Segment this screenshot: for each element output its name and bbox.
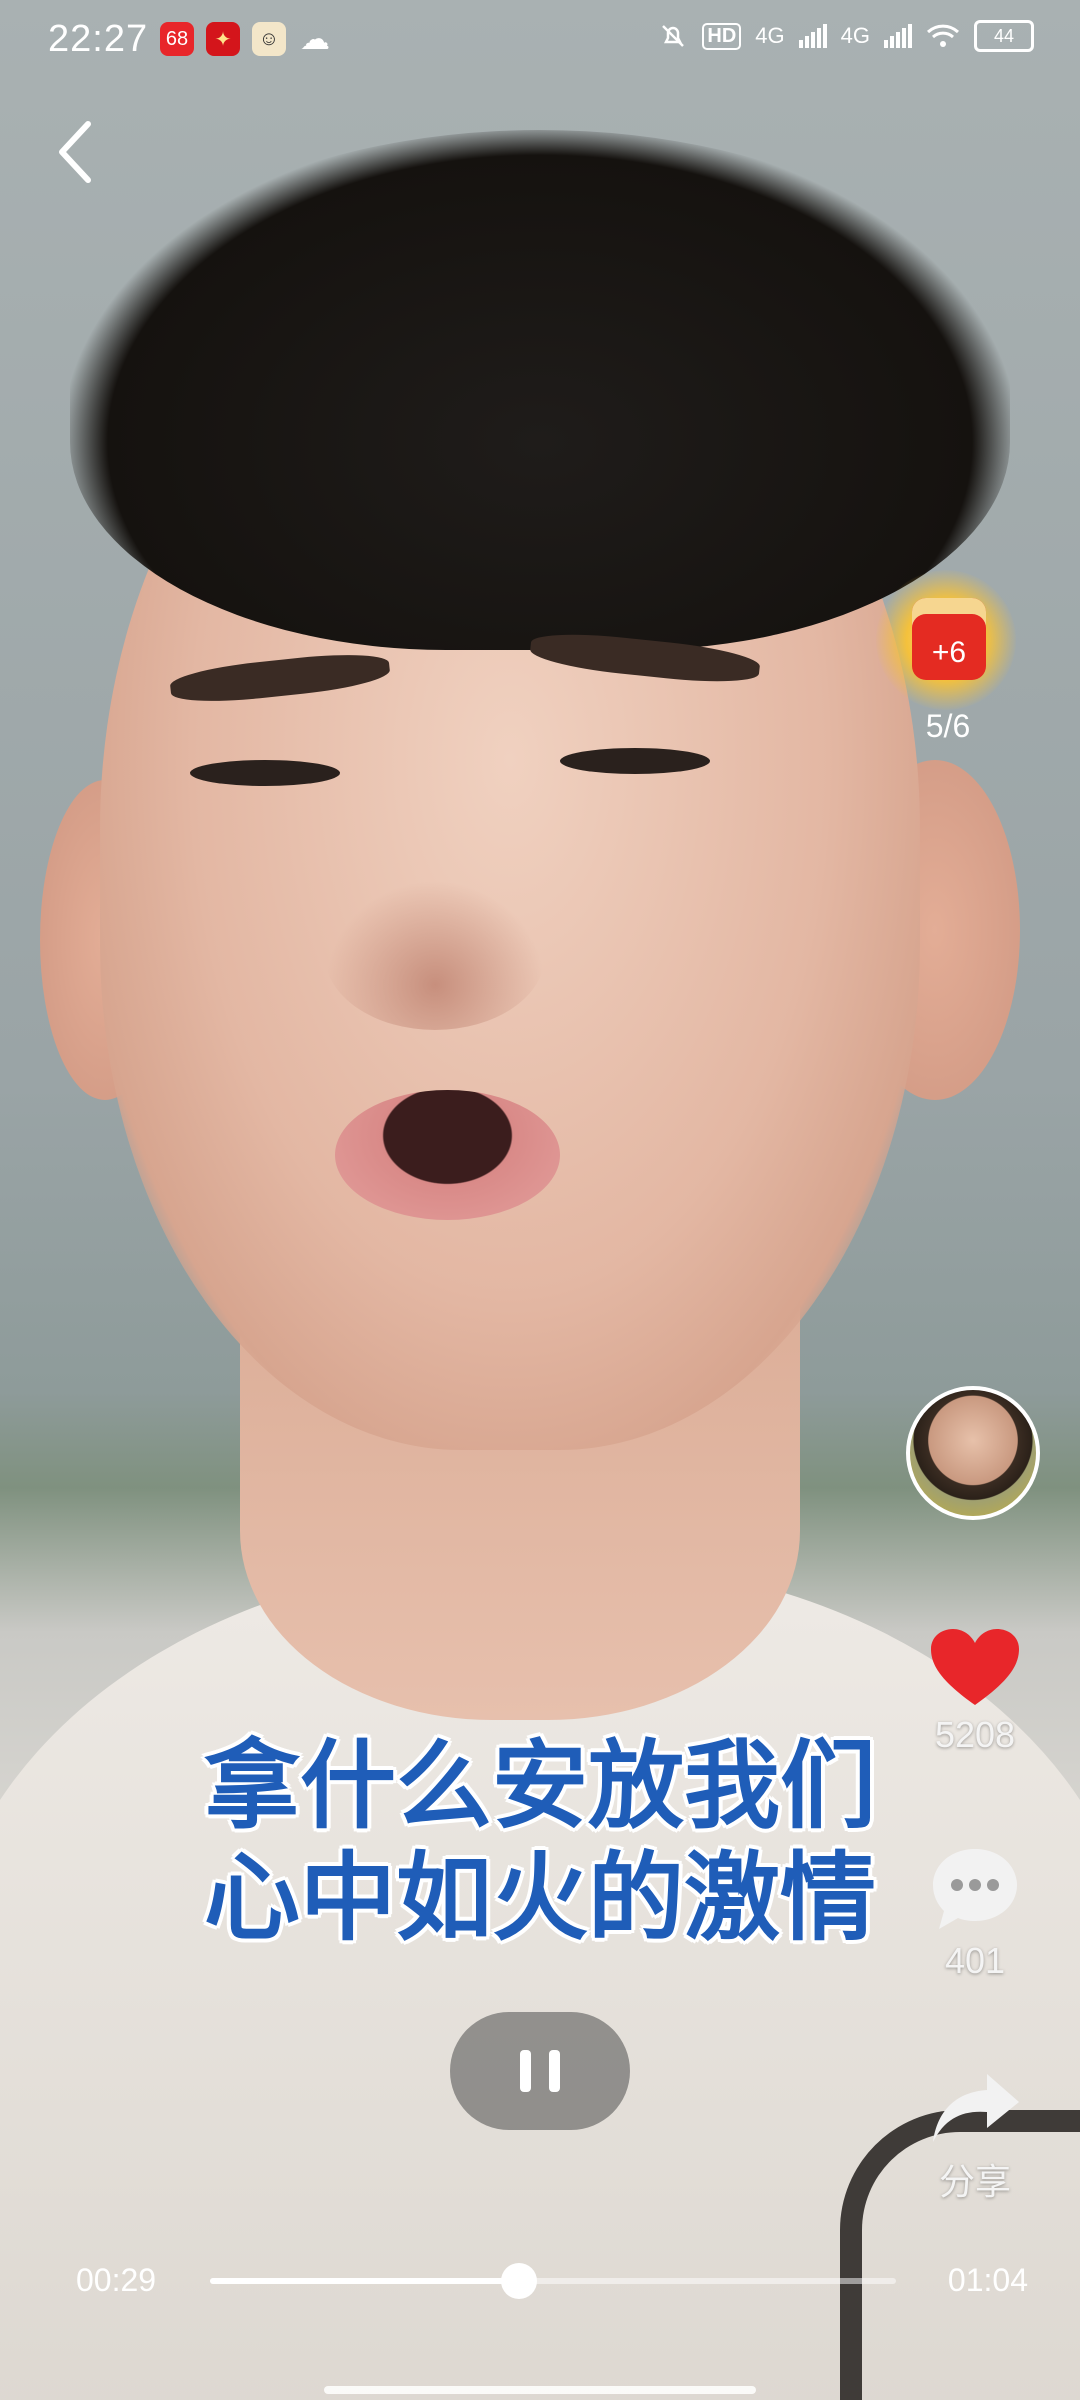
heart-icon <box>931 1629 1019 1705</box>
share-button[interactable]: 分享 <box>900 2068 1050 2205</box>
subtitle-line-1: 拿什么安放我们 <box>204 1730 876 1842</box>
signal-icon <box>884 24 912 48</box>
author-avatar[interactable] <box>906 1386 1040 1520</box>
pause-button[interactable] <box>450 2012 630 2130</box>
subtitle-line-2: 心中如火的激情 <box>204 1842 876 1954</box>
video-scene-eye <box>560 748 710 774</box>
video-scene-mouth <box>335 1090 560 1220</box>
app-icon-red-68: 68 <box>160 22 194 56</box>
battery-icon: 44 <box>974 20 1034 52</box>
system-indicators: HD 4G 4G 44 <box>658 20 1034 52</box>
back-button[interactable] <box>48 112 108 192</box>
notification-icons: 68 ✦ ☺ ☁ <box>160 22 332 56</box>
status-time: 22:27 <box>48 18 149 60</box>
app-icon-avatar: ☺ <box>252 22 286 56</box>
app-icon-red-text: ✦ <box>206 22 240 56</box>
network-type-1: 4G <box>755 23 785 48</box>
mute-bell-icon <box>662 25 685 47</box>
signal-icon <box>798 24 827 48</box>
home-indicator[interactable] <box>324 2386 756 2394</box>
current-time: 00:29 <box>76 2262 157 2298</box>
red-packet-icon: +6 <box>912 598 986 680</box>
progress-fill <box>210 2278 519 2284</box>
pause-icon-bar <box>549 2050 560 2092</box>
task-bonus: +6 <box>931 636 967 669</box>
video-scene-nose <box>325 880 545 1030</box>
hd-icon: HD <box>702 22 742 50</box>
wifi-icon <box>926 24 960 47</box>
pause-icon-bar <box>520 2050 531 2092</box>
video-subtitle: 拿什么安放我们 心中如火的激情 <box>0 1730 1080 1954</box>
red-packet-task[interactable]: +6 5/6 <box>868 570 1028 770</box>
video-scene-eye <box>190 760 340 786</box>
playback-progress: 00:29 01:04 <box>0 2250 1080 2310</box>
progress-track[interactable] <box>210 2263 896 2299</box>
task-progress: 5/6 <box>925 708 971 744</box>
chevron-left-icon <box>59 121 91 183</box>
cloud-icon: ☁ <box>300 22 330 56</box>
network-type-2: 4G <box>840 23 870 48</box>
total-time: 01:04 <box>947 2262 1028 2298</box>
status-bar: 22:27 68 ✦ ☺ ☁ HD 4G 4G 44 <box>0 0 1080 84</box>
progress-thumb[interactable] <box>500 2263 537 2299</box>
share-icon <box>933 2074 1019 2142</box>
share-label: 分享 <box>938 2161 1011 2202</box>
